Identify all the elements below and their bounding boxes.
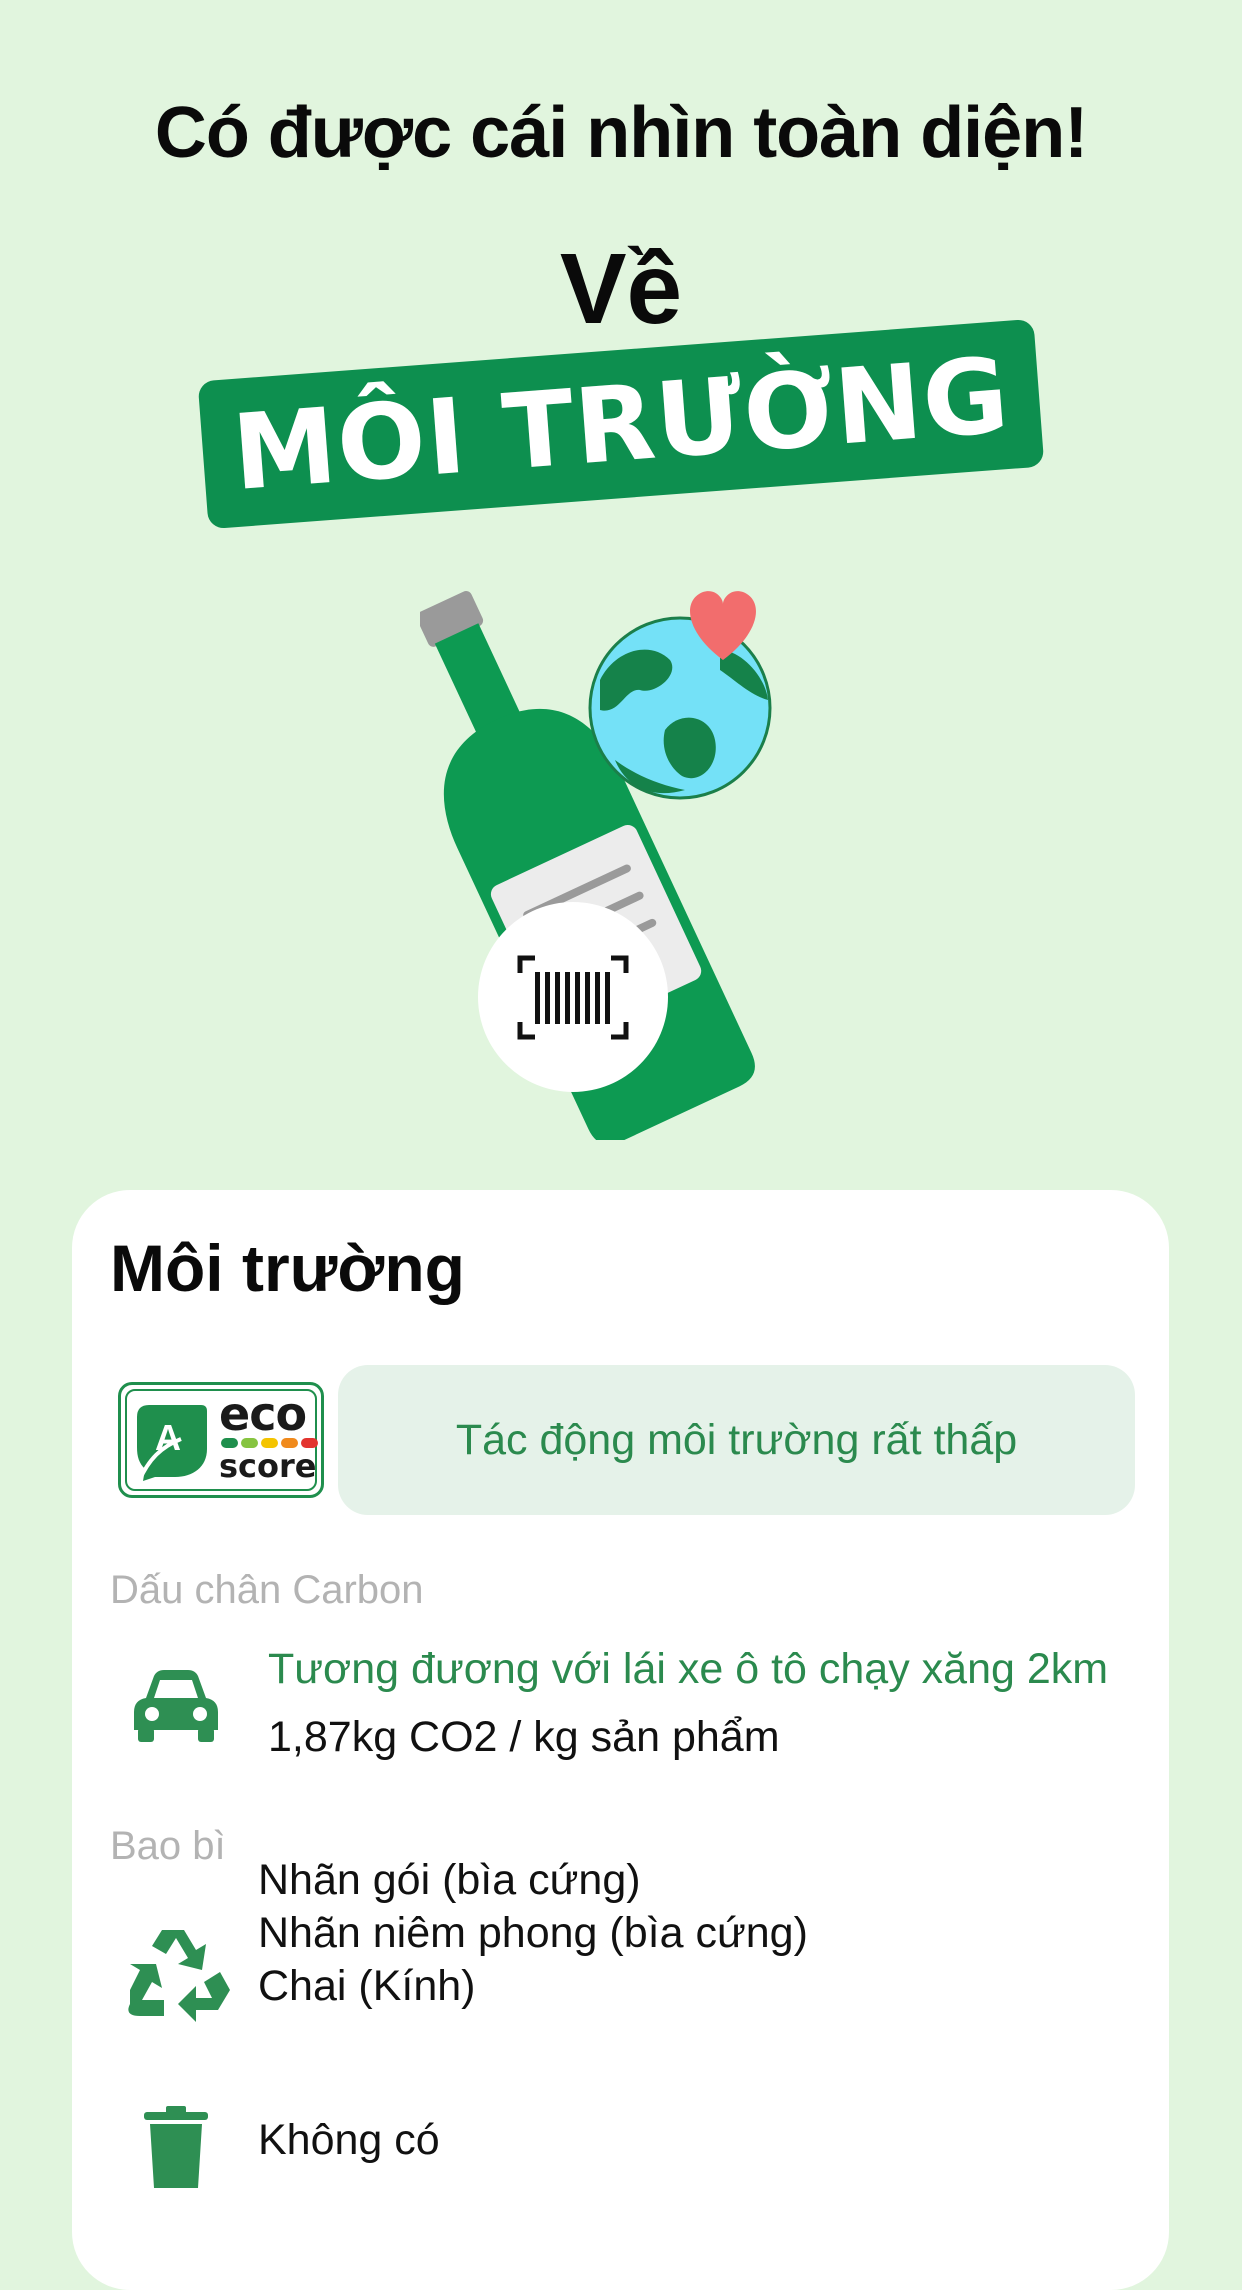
barcode-icon (478, 902, 668, 1092)
bottle-globe-barcode-illustration (420, 591, 772, 1140)
ecoscore-badge-icon: A eco score (118, 1382, 324, 1498)
non-recyclable-value: Không có (258, 2116, 440, 2164)
carbon-section-label: Dấu chân Carbon (110, 1568, 424, 1612)
packaging-section-label: Bao bì (110, 1824, 226, 1868)
carbon-equivalent: Tương đương với lái xe ô tô chạy xăng 2k… (268, 1645, 1109, 1693)
card-title: Môi trường (110, 1231, 465, 1305)
packaging-item: Nhãn gói (bìa cứng) (258, 1856, 641, 1904)
headline: Có được cái nhìn toàn diện! (154, 93, 1088, 173)
subhead: Về (559, 233, 683, 345)
packaging-item: Nhãn niêm phong (bìa cứng) (258, 1909, 808, 1957)
globe-icon (588, 616, 772, 800)
ecoscore-word-score: score (219, 1447, 317, 1485)
trash-icon (144, 2106, 208, 2188)
impact-summary: Tác động môi trường rất thấp (338, 1365, 1135, 1515)
carbon-value: 1,87kg CO2 / kg sản phẩm (268, 1713, 780, 1761)
banner-text: MÔI TRƯỜNG (228, 334, 1014, 514)
car-icon (134, 1670, 218, 1742)
recycle-icon (128, 1930, 230, 2022)
environment-card: Môi trường A eco score Tác động môi trườ… (72, 1190, 1169, 2290)
banner: MÔI TRƯỜNG (197, 318, 1045, 530)
ecoscore-word-eco: eco (219, 1387, 307, 1441)
packaging-item: Chai (Kính) (258, 1962, 476, 2010)
ecoscore-grade: A (155, 1417, 181, 1458)
impact-text: Tác động môi trường rất thấp (455, 1415, 1018, 1464)
